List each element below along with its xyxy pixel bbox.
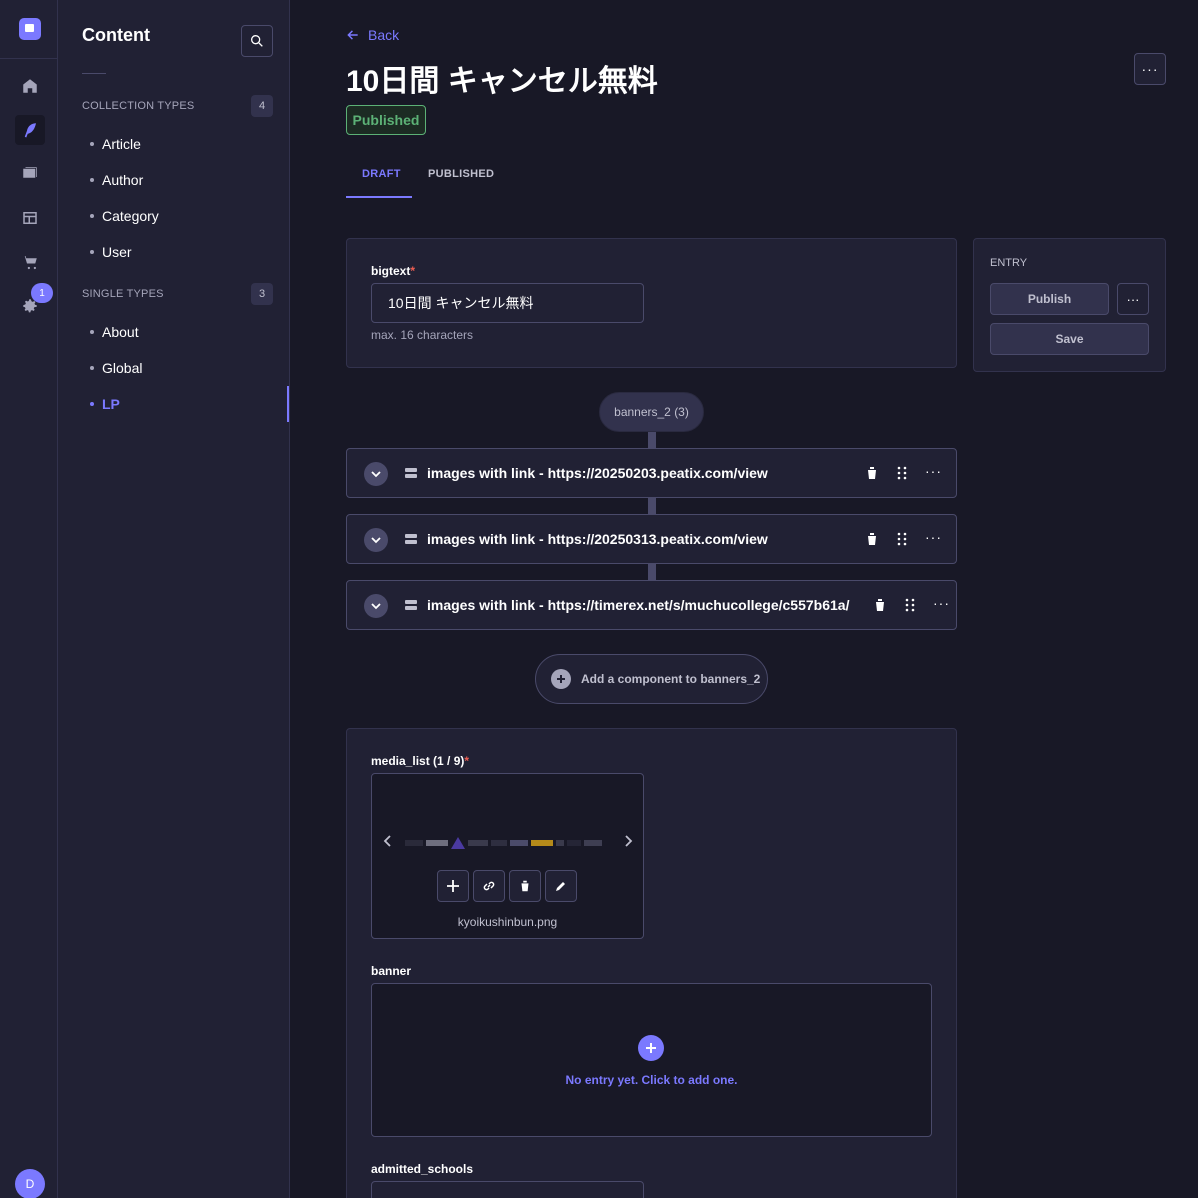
media-library-nav-icon[interactable]: [15, 159, 45, 189]
bigtext-label: bigtext*: [371, 264, 416, 278]
component-icon: [405, 534, 417, 544]
nav-link-global[interactable]: Global: [90, 360, 142, 376]
home-nav-icon[interactable]: [15, 71, 45, 101]
trash-icon[interactable]: [864, 531, 880, 547]
dz-connector: [648, 432, 656, 448]
single-types-count: 3: [251, 283, 273, 305]
component-more-button[interactable]: ···: [933, 595, 950, 611]
settings-notification-badge: 1: [31, 283, 53, 303]
dz-connector: [648, 498, 656, 514]
nav-link-user[interactable]: User: [90, 244, 132, 260]
banner-label: banner: [371, 964, 412, 978]
content-type-builder-nav-icon[interactable]: [15, 203, 45, 233]
nav-link-lp[interactable]: LP: [90, 396, 120, 412]
nav-link-category[interactable]: Category: [90, 208, 159, 224]
trash-icon: [520, 880, 530, 892]
active-nav-indicator: [287, 386, 289, 422]
bigtext-input[interactable]: 10日間 キャンセル無料: [371, 283, 644, 323]
add-media-button[interactable]: [437, 870, 469, 902]
component-title: images with link - https://20250313.peat…: [427, 531, 768, 547]
single-types-header: SINGLE TYPES: [82, 288, 164, 300]
nav-link-author[interactable]: Author: [90, 172, 143, 188]
rail-divider: [0, 58, 57, 59]
collection-types-count: 4: [251, 95, 273, 117]
chevron-down-icon[interactable]: [364, 462, 388, 486]
arrow-left-icon: [347, 30, 358, 40]
add-component-button[interactable]: Add a component to banners_2: [535, 654, 768, 704]
chevron-down-icon[interactable]: [364, 594, 388, 618]
content-manager-nav-icon[interactable]: [15, 115, 45, 145]
media-list-label: media_list (1 / 9)*: [371, 754, 470, 768]
nav-link-about[interactable]: About: [90, 324, 139, 340]
dz-connector: [648, 564, 656, 580]
dynamic-zone-label: banners_2 (3): [599, 392, 704, 432]
trash-icon[interactable]: [864, 465, 880, 481]
subnav-title: Content: [82, 25, 150, 45]
component-icon: [405, 600, 417, 610]
strapi-logo-icon[interactable]: [19, 18, 41, 40]
save-button[interactable]: Save: [990, 323, 1149, 355]
tab-active-indicator: [346, 196, 412, 198]
drag-handle-icon[interactable]: [894, 531, 910, 547]
subnav-divider: [82, 73, 106, 74]
bigtext-hint: max. 16 characters: [371, 328, 474, 342]
media-filename: kyoikushinbun.png: [457, 915, 558, 929]
entry-panel-header: ENTRY: [990, 257, 1028, 269]
subnav-search-button[interactable]: [241, 25, 273, 57]
tab-published[interactable]: PUBLISHED: [428, 168, 494, 180]
header-more-button[interactable]: ···: [1134, 53, 1166, 85]
back-link[interactable]: Back: [346, 27, 399, 43]
trash-icon[interactable]: [872, 597, 888, 613]
chevron-down-icon[interactable]: [364, 528, 388, 552]
copy-link-button[interactable]: [473, 870, 505, 902]
main-nav-rail: 1 D: [0, 0, 58, 1198]
banner-empty-text[interactable]: No entry yet. Click to add one.: [371, 1073, 932, 1087]
dz-component-row[interactable]: images with link - https://timerex.net/s…: [346, 580, 957, 630]
dz-component-row[interactable]: images with link - https://20250313.peat…: [346, 514, 957, 564]
edit-media-button[interactable]: [545, 870, 577, 902]
marketplace-cart-nav-icon[interactable]: [15, 247, 45, 277]
plus-circle-icon[interactable]: [638, 1035, 664, 1061]
component-title: images with link - https://timerex.net/s…: [427, 597, 850, 613]
entry-more-button[interactable]: ···: [1117, 283, 1149, 315]
tab-draft[interactable]: DRAFT: [362, 168, 401, 180]
pencil-icon: [556, 882, 565, 891]
link-icon: [483, 881, 495, 891]
delete-media-button[interactable]: [509, 870, 541, 902]
collection-types-header: COLLECTION TYPES: [82, 100, 195, 112]
admitted-schools-field[interactable]: [371, 1181, 644, 1198]
admitted-schools-label: admitted_schools: [371, 1162, 474, 1176]
plus-icon: [447, 880, 459, 892]
media-actions: [437, 870, 577, 902]
page-title: 10日間 キャンセル無料: [346, 65, 658, 98]
component-more-button[interactable]: ···: [925, 529, 942, 545]
component-title: images with link - https://20250203.peat…: [427, 465, 768, 481]
chevron-left-icon[interactable]: [382, 834, 394, 848]
drag-handle-icon[interactable]: [894, 465, 910, 481]
component-icon: [405, 468, 417, 478]
chevron-right-icon[interactable]: [622, 834, 634, 848]
publish-button[interactable]: Publish: [990, 283, 1109, 315]
user-avatar[interactable]: D: [15, 1169, 45, 1198]
component-more-button[interactable]: ···: [925, 463, 942, 479]
dz-component-row[interactable]: images with link - https://20250203.peat…: [346, 448, 957, 498]
search-icon: [251, 35, 263, 47]
nav-link-article[interactable]: Article: [90, 136, 141, 152]
status-badge: Published: [346, 105, 426, 135]
media-thumbnail-preview: [405, 836, 610, 850]
drag-handle-icon[interactable]: [902, 597, 918, 613]
plus-circle-icon: [551, 669, 571, 689]
